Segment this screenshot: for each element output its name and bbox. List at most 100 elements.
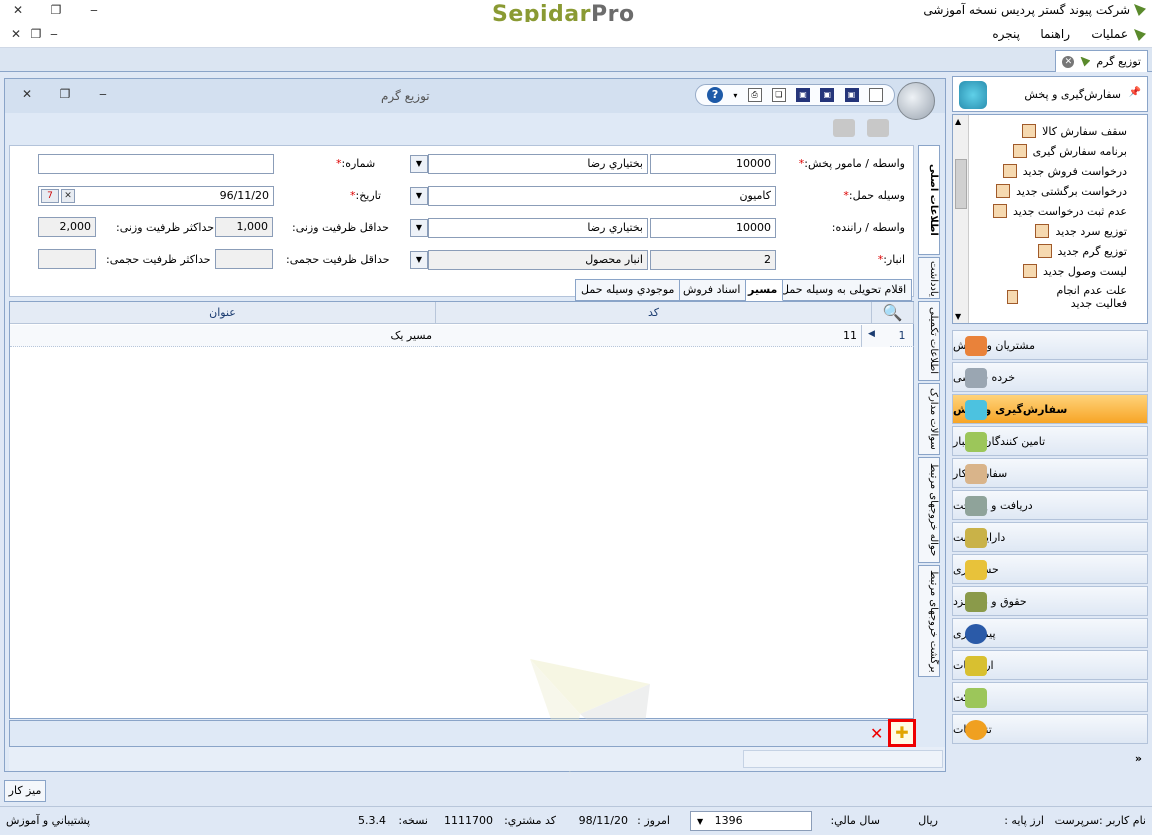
tab-hot-distribution[interactable]: ✕ توزیع گرم (1055, 50, 1148, 72)
row-index: 1 (890, 325, 914, 347)
nav-payroll[interactable]: حقوق و دستمزد (952, 586, 1148, 616)
vtab-extra-info[interactable]: اطلاعات تکمیلی (918, 301, 940, 381)
nav-accounting[interactable]: حسابداری (952, 554, 1148, 584)
row-code-cell[interactable]: 11 (436, 325, 862, 347)
nav-customers-sales[interactable]: مشتریان و فروش (952, 330, 1148, 360)
nav-settings[interactable]: تنظیمات (952, 714, 1148, 744)
vtab-questions-docs[interactable]: سوالات مدارک (918, 383, 940, 455)
new-document-icon[interactable] (868, 88, 883, 102)
tab-sales-documents[interactable]: اسناد فروش (677, 279, 747, 301)
scroll-up-icon[interactable]: ▲ (955, 117, 961, 126)
fiscal-dropdown-icon[interactable]: ▼ (697, 817, 703, 826)
list-item-new-sales-request[interactable]: درخواست فروش جدید (1002, 161, 1127, 181)
desk-button[interactable]: میز کار (4, 780, 46, 802)
row-title-cell[interactable]: مسیر یک (10, 325, 436, 347)
nav-receipt-payment[interactable]: دریافت و پرداخت (952, 490, 1148, 520)
help-dropdown-icon[interactable]: ▾ (733, 91, 737, 100)
sepidar-orb-icon[interactable] (897, 82, 935, 120)
driver-dropdown-icon[interactable]: ▼ (410, 219, 428, 237)
camera-info-icon[interactable] (867, 119, 889, 137)
retail-cart-icon (965, 368, 987, 388)
tab-route[interactable]: مسیر (742, 279, 784, 301)
list-item-no-request[interactable]: عدم ثبت درخواست جدید (993, 201, 1127, 221)
mdi-minimize-icon[interactable]: ‒ (46, 27, 62, 41)
list-item-new-return-request[interactable]: درخواست برگشتی جدید (996, 181, 1127, 201)
nav-fixed-assets[interactable]: دارایی ثابت (952, 522, 1148, 552)
max-weight-field[interactable]: 2,000 (38, 217, 96, 237)
warehouse-code-field[interactable]: 2 (650, 250, 776, 270)
search-icon[interactable]: 🔍 (872, 302, 914, 324)
camera-icon[interactable] (833, 119, 855, 137)
fiscal-year-select[interactable]: ▼ 1396 (690, 811, 812, 831)
list-item-inactivity-reason[interactable]: علت عدم انجام فعالیت جدید (1007, 283, 1127, 311)
list-item-order-cap[interactable]: سقف سفارش کالا (1022, 121, 1127, 141)
clear-date-icon[interactable]: ✕ (61, 189, 75, 203)
number-field[interactable] (38, 154, 274, 174)
support-link[interactable]: پشتيباني و آموزش (6, 814, 90, 827)
tab-close-icon[interactable]: ✕ (1062, 55, 1075, 68)
tab-vehicle-inventory[interactable]: موجودي وسيله حمل (575, 279, 681, 301)
agent-label: واسطه / مامور پخش:* (798, 157, 905, 170)
mdi-close-icon[interactable]: ✕ (8, 27, 24, 41)
window-restore-icon[interactable]: ❐ (57, 87, 73, 101)
tab-delivered-items[interactable]: اقلام تحویلی به وسیله حمل (775, 279, 913, 301)
vehicle-dropdown-icon[interactable]: ▼ (410, 187, 428, 205)
warehouse-dropdown-icon[interactable]: ▼ (410, 251, 428, 269)
date-label: تاریخ:* (350, 189, 382, 202)
restore-icon[interactable]: ❐ (48, 3, 64, 17)
save-icon[interactable]: ▣ (844, 88, 859, 102)
help-icon[interactable]: ? (707, 87, 724, 103)
pin-icon[interactable]: 📌 (1129, 87, 1141, 98)
print-icon[interactable]: ⎙ (747, 88, 762, 102)
vehicle-field[interactable]: کامیون (428, 186, 776, 206)
driver-code-field[interactable]: 10000 (650, 218, 776, 238)
list-item-hot-distribution[interactable]: توزیع گرم جدید (1037, 241, 1127, 261)
agent-code-field[interactable]: 10000 (650, 154, 776, 174)
nav-contracting[interactable]: پیمانکاری (952, 618, 1148, 648)
warehouse-name-field[interactable]: انبار محصول (428, 250, 648, 270)
menu-operations[interactable]: عملیات (1091, 27, 1128, 41)
nav-retail[interactable]: خرده فروشی (952, 362, 1148, 392)
scroll-down-icon[interactable]: ▼ (955, 312, 961, 321)
min-weight-field[interactable]: 1,000 (215, 217, 273, 237)
max-volume-field[interactable] (38, 249, 96, 269)
window-close-icon[interactable]: ✕ (19, 87, 35, 101)
no-request-icon (993, 204, 1007, 218)
taskbar: میز کار (0, 778, 1152, 804)
nav-suppliers-warehouse[interactable]: تامین کنندگان و انبار (952, 426, 1148, 456)
column-header-title[interactable]: عنوان (10, 302, 436, 324)
nav-order-distribution[interactable]: سفارش‌گیری و پخش (952, 394, 1148, 424)
driver-name-field[interactable]: بختياري رضا (428, 218, 648, 238)
add-row-button[interactable]: ✚ (888, 719, 916, 747)
expand-more-icon[interactable]: » (1135, 752, 1142, 765)
menu-window[interactable]: پنجره (992, 27, 1020, 41)
list-item-collection-list[interactable]: لیست وصول جدید (1022, 261, 1127, 281)
menu-help[interactable]: راهنما (1040, 27, 1070, 41)
vtab-notes[interactable]: یادداشت (918, 257, 940, 299)
save-new-icon[interactable]: ▣ (820, 88, 835, 102)
list-scrollbar[interactable]: ▲ ▼ (953, 115, 969, 323)
vtab-related-exits[interactable]: حواله خروجهای مرتبط (918, 457, 940, 563)
nav-company[interactable]: شرکت (952, 682, 1148, 712)
min-volume-field[interactable] (215, 249, 273, 269)
scroll-thumb[interactable] (955, 159, 967, 209)
list-item-order-plan[interactable]: برنامه سفارش گیری (1012, 141, 1127, 161)
column-header-code[interactable]: کد (436, 302, 872, 324)
nav-work-order[interactable]: سفارش کار (952, 458, 1148, 488)
collection-list-icon (1022, 264, 1037, 278)
copy-icon[interactable]: ❏ (771, 88, 786, 102)
vtab-related-returns[interactable]: برگشت خروجهای مرتبط (918, 565, 940, 677)
calendar-icon[interactable]: 7 (41, 189, 59, 203)
delete-row-icon[interactable]: ✕ (870, 724, 883, 743)
window-minimize-icon[interactable]: ‒ (95, 87, 111, 101)
minimize-icon[interactable]: ‒ (86, 3, 102, 17)
nav-communications[interactable]: ارتباطات (952, 650, 1148, 680)
list-item-cold-distribution[interactable]: توزیع سرد جدید (1035, 221, 1127, 241)
save-close-icon[interactable]: ▣ (796, 88, 811, 102)
mdi-restore-icon[interactable]: ❐ (28, 27, 44, 41)
nav-panel-header: 📌 سفارش‌گیری و پخش (952, 76, 1148, 112)
vtab-main-info[interactable]: اطلاعات اصلی (918, 145, 940, 255)
close-icon[interactable]: ✕ (10, 3, 26, 17)
agent-name-field[interactable]: بختياري رضا (428, 154, 648, 174)
agent-dropdown-icon[interactable]: ▼ (410, 155, 428, 173)
